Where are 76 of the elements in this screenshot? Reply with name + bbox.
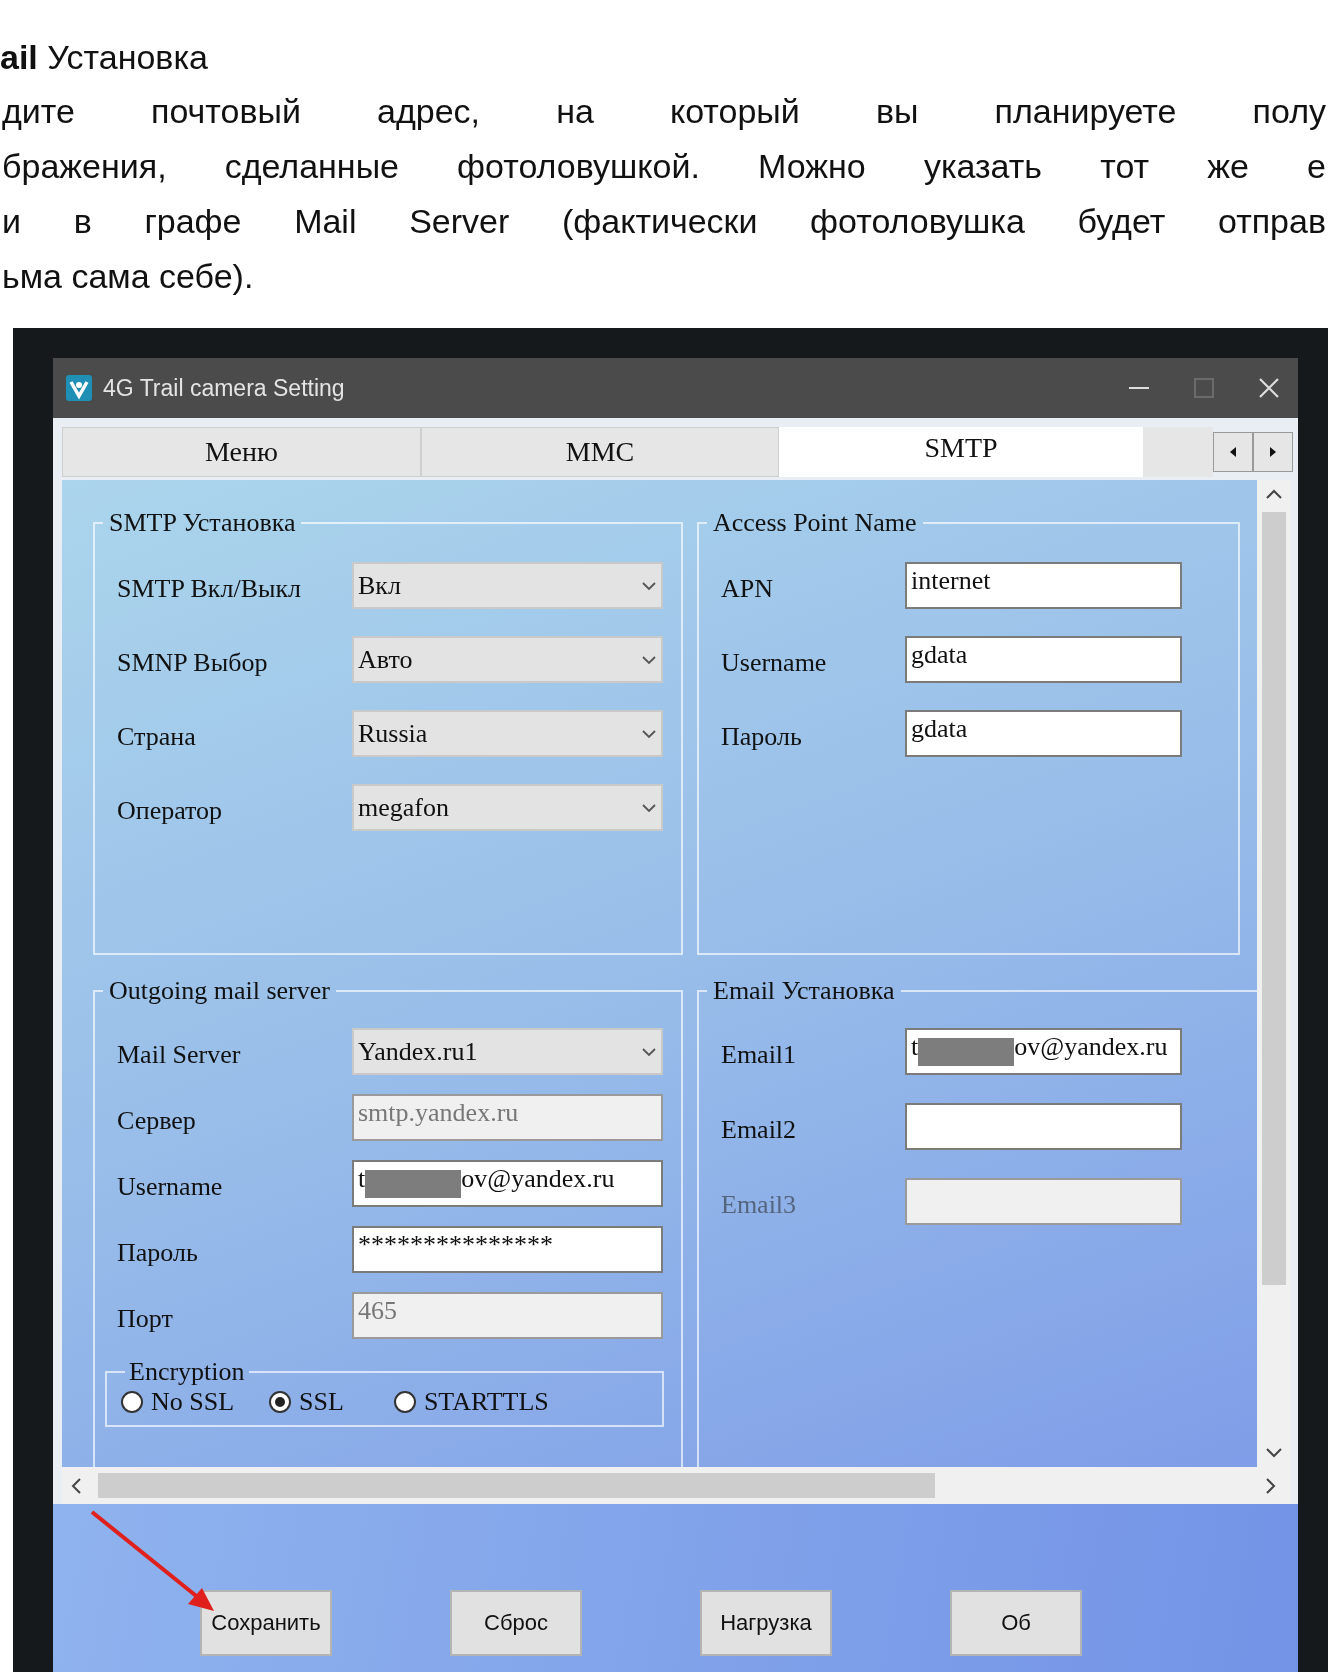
action-button[interactable]: Нагрузка	[700, 1590, 832, 1656]
chevron-down-icon	[641, 727, 657, 740]
scrollbar-thumb[interactable]	[98, 1473, 935, 1498]
field-label: Оператор	[117, 794, 224, 826]
group-title: SMTP Установка	[108, 508, 297, 538]
field-label: SMNP Выбор	[117, 646, 269, 678]
action-button[interactable]: Сохранить	[200, 1590, 332, 1656]
field-label: Порт	[117, 1302, 174, 1334]
chevron-up-icon	[1265, 488, 1283, 500]
chevron-down-icon	[641, 801, 657, 814]
input-field[interactable]: gdata	[905, 636, 1182, 683]
maximize-icon	[1194, 378, 1214, 398]
paragraph-line: ьма сама себе).	[1, 256, 255, 297]
action-button[interactable]: Сброс	[450, 1590, 582, 1656]
horizontal-scrollbar[interactable]	[62, 1467, 1291, 1504]
group-title: Email Установка	[712, 976, 896, 1006]
tab[interactable]: SMTP	[779, 427, 1143, 477]
input-field[interactable]: gdata	[905, 710, 1182, 757]
radio-button[interactable]	[121, 1391, 143, 1413]
group-title: Outgoing mail server	[108, 976, 331, 1006]
close-button[interactable]	[1258, 377, 1280, 399]
chevron-down-icon	[1265, 1447, 1283, 1459]
field-label: Пароль	[721, 720, 803, 752]
dropdown[interactable]: Авто	[352, 636, 663, 683]
field-label: Mail Server	[117, 1038, 242, 1070]
field-label: Email1	[721, 1038, 798, 1070]
radio-option[interactable]: No SSL	[121, 1387, 235, 1417]
dropdown[interactable]: megafon	[352, 784, 663, 831]
tab[interactable]: Меню	[62, 427, 421, 477]
input-field[interactable]: t ov@yandex.ru	[905, 1028, 1182, 1075]
field-label: Сервер	[117, 1104, 197, 1136]
dropdown[interactable]: Вкл	[352, 562, 663, 609]
vertical-scrollbar[interactable]	[1257, 480, 1291, 1467]
chevron-right-icon	[1265, 1477, 1277, 1495]
input-field[interactable]	[905, 1103, 1182, 1150]
field-label: Username	[721, 646, 828, 678]
group-title: Encryption	[128, 1357, 246, 1387]
scroll-down-button[interactable]	[1265, 1447, 1283, 1459]
right-triangle-icon	[1269, 447, 1277, 457]
field-label: APN	[721, 572, 774, 604]
paragraph-line: и в графе Mail Server (фактически фотоловушка будет отправ	[1, 201, 1327, 242]
close-icon	[1258, 377, 1280, 399]
scroll-up-button[interactable]	[1265, 488, 1283, 500]
minimize-icon	[1128, 387, 1150, 389]
chevron-left-icon	[70, 1477, 82, 1495]
field-label: SMTP Вкл/Выкл	[117, 572, 303, 604]
left-triangle-icon	[1229, 447, 1237, 457]
field-label: Пароль	[117, 1236, 199, 1268]
paragraph-line: бражения, сделанные фотоловушкой. Можно указать тот же е	[1, 146, 1327, 187]
input-field[interactable]: t ov@yandex.ru	[352, 1160, 663, 1207]
action-button[interactable]: Об	[950, 1590, 1082, 1656]
field-label: Страна	[117, 720, 197, 752]
radio-option[interactable]: SSL	[269, 1387, 344, 1417]
chevron-down-icon	[641, 653, 657, 666]
field-label: Username	[117, 1170, 224, 1202]
section-heading: ail Установка	[0, 37, 209, 78]
scroll-right-button[interactable]	[1265, 1477, 1277, 1495]
paragraph-line: дите почтовый адрес, на который вы планируете полу	[1, 91, 1327, 132]
window-title: 4G Trail camera Setting	[103, 374, 346, 402]
dropdown[interactable]: Yandex.ru1	[352, 1028, 663, 1075]
app-logo-icon	[65, 374, 93, 402]
group-title: Access Point Name	[712, 508, 918, 538]
tab[interactable]: MMC	[421, 427, 779, 477]
minimize-button[interactable]	[1128, 387, 1150, 389]
radio-button[interactable]	[393, 1391, 416, 1413]
chevron-down-icon	[641, 1045, 657, 1058]
input-field[interactable]: ***************	[352, 1226, 663, 1273]
dropdown[interactable]: Russia	[352, 710, 663, 757]
radio-button[interactable]	[269, 1391, 292, 1413]
scrollbar-thumb[interactable]	[1262, 512, 1286, 1285]
radio-option[interactable]: STARTTLS	[393, 1387, 549, 1417]
input-field[interactable]: internet	[905, 562, 1182, 609]
chevron-down-icon	[641, 579, 657, 592]
field-label: Email3	[721, 1188, 798, 1220]
scroll-left-button[interactable]	[70, 1477, 82, 1495]
field-label: Email2	[721, 1113, 798, 1145]
